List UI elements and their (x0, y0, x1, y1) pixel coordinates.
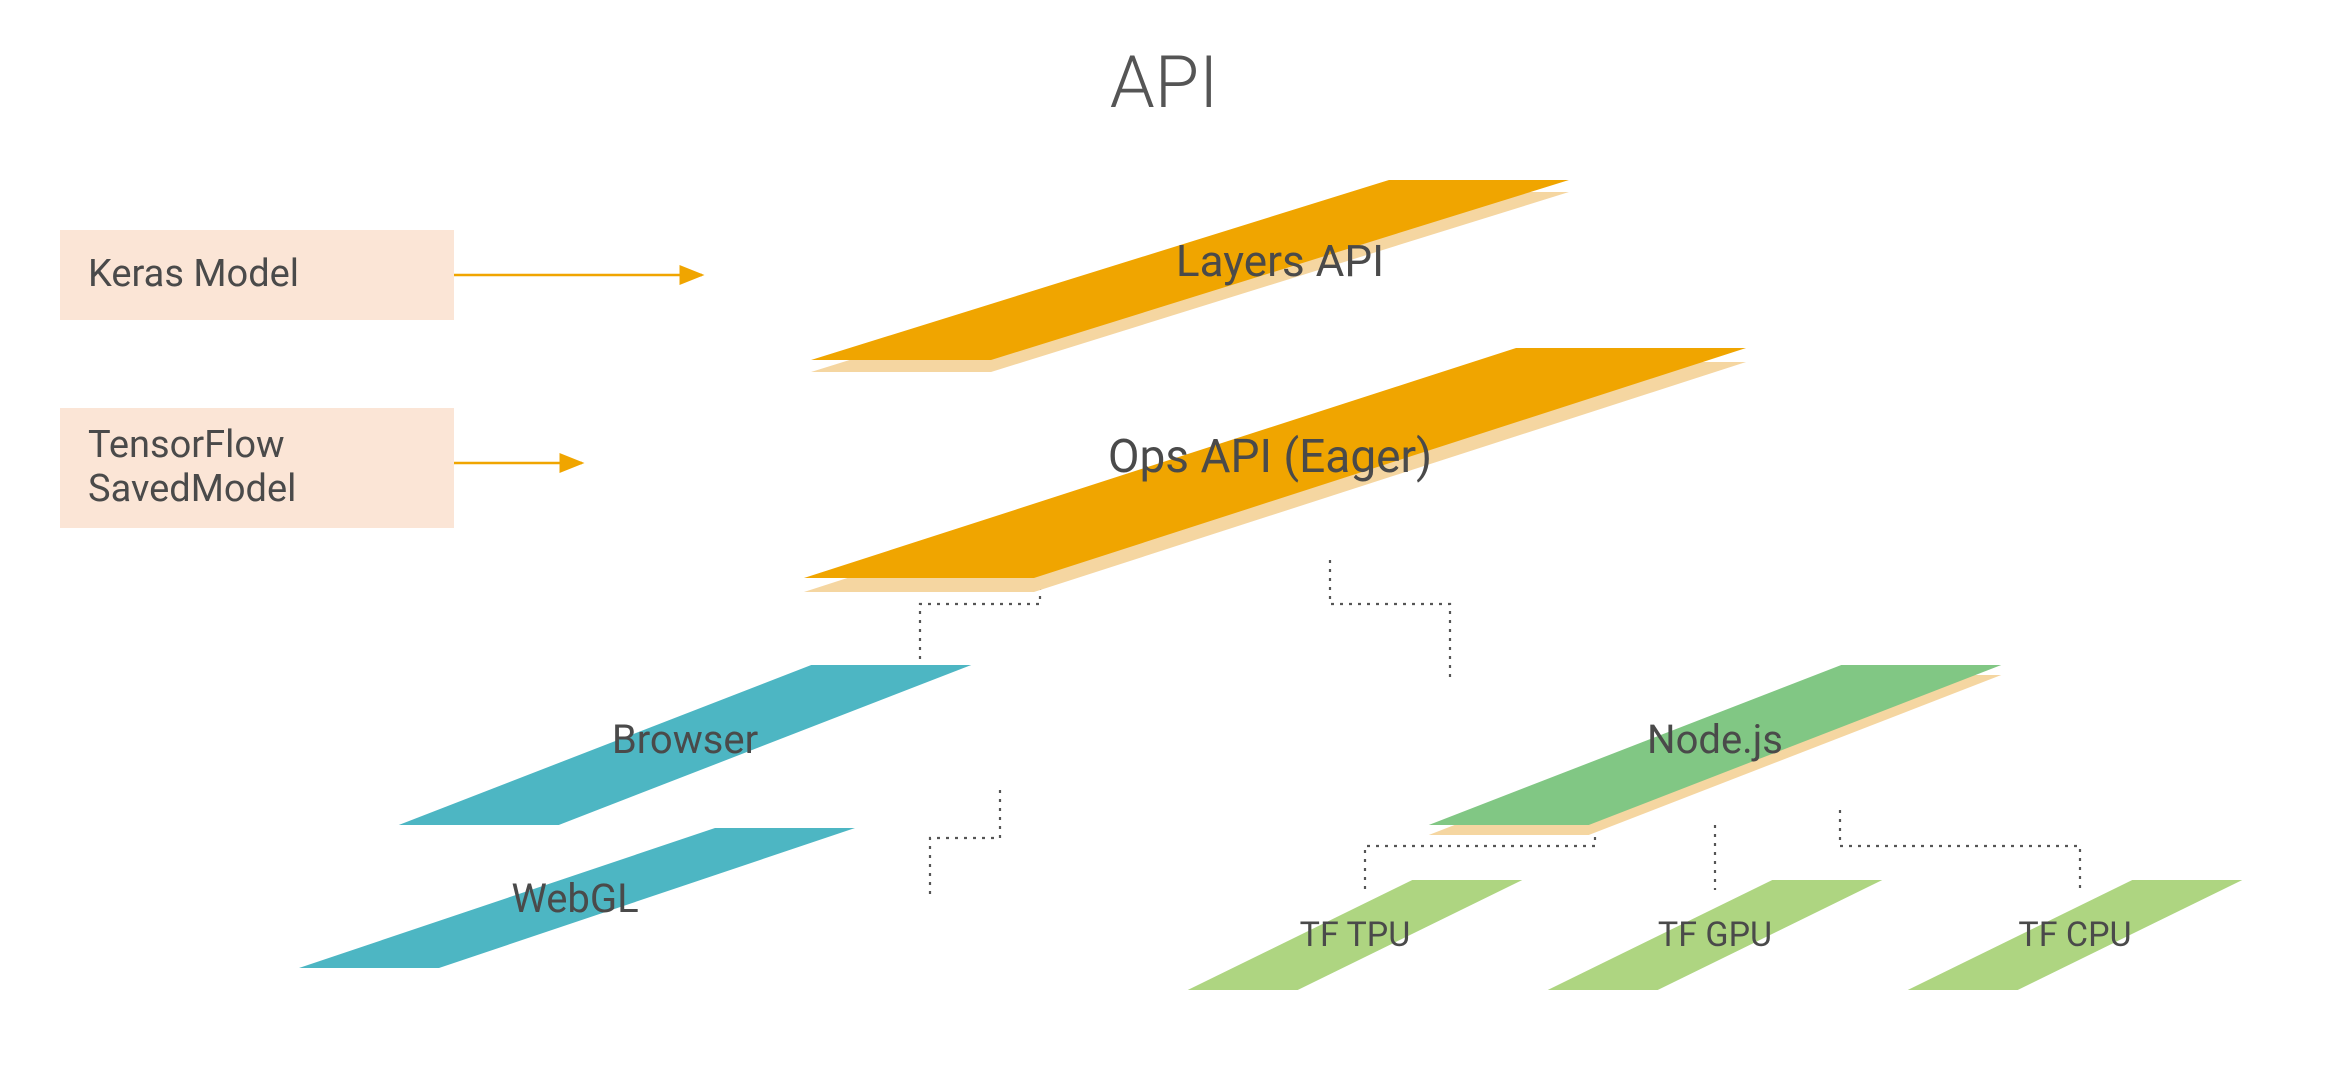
dotted-node-to-gpu (1700, 820, 1740, 900)
keras-model-label: Keras Model (88, 253, 299, 297)
tf-cpu-label: TF CPU (1850, 915, 2300, 955)
savedmodel-line1: TensorFlow (88, 423, 285, 467)
savedmodel-box: TensorFlow SavedModel (60, 408, 454, 528)
diagram-title: API (0, 40, 2328, 125)
node-label: Node.js (1300, 716, 2130, 763)
webgl-label: WebGL (160, 875, 990, 922)
dotted-ops-to-node (1320, 560, 1480, 690)
savedmodel-line2: SavedModel (88, 467, 296, 511)
browser-label: Browser (270, 716, 1100, 763)
keras-model-box: Keras Model (60, 230, 454, 320)
ops-api-label: Ops API (Eager) (560, 430, 1980, 484)
arrow-keras-to-layers (454, 260, 714, 290)
dotted-node-to-cpu (1830, 810, 2100, 900)
layers-api-label: Layers API (700, 235, 1860, 287)
